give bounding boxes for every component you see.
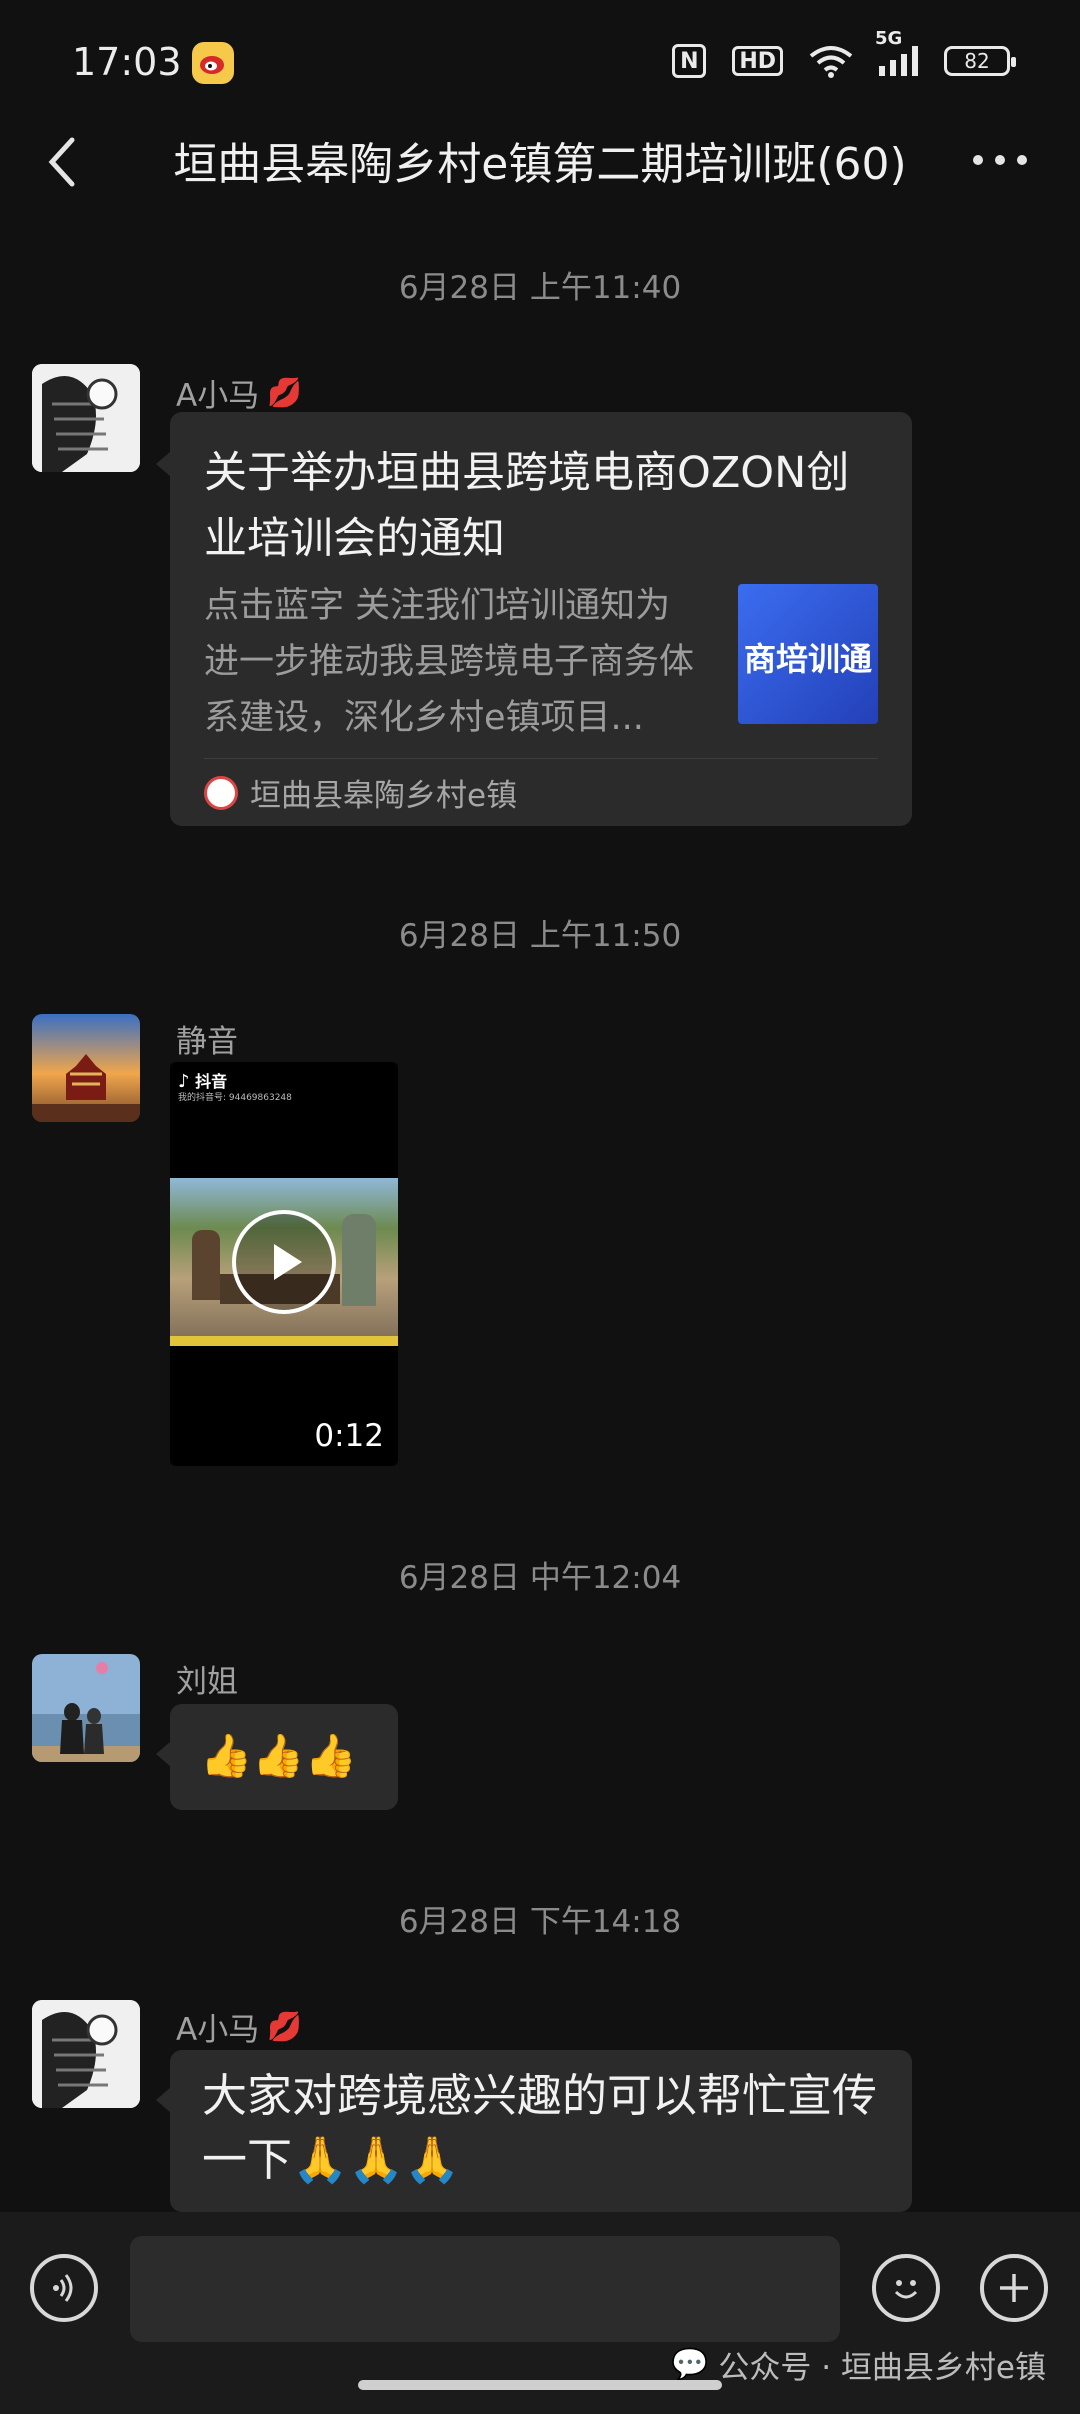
timestamp: 6月28日 上午11:40 [398, 270, 682, 306]
article-thumbnail: 商培训通 [738, 584, 878, 724]
wifi-icon [809, 46, 853, 78]
plus-icon [1000, 2274, 1028, 2302]
voice-icon [53, 2274, 73, 2302]
sender-name: A小马 💋 [176, 370, 302, 415]
douyin-label: ♪ 抖音 [178, 1068, 227, 1092]
message-bubble[interactable]: 大家对跨境感兴趣的可以帮忙宣传一下🙏🙏🙏 [170, 2050, 912, 2212]
more-functions-button[interactable] [980, 2254, 1048, 2322]
official-account-icon [204, 775, 238, 810]
watermark: 💬 公众号 · 垣曲县乡村e镇 [671, 2342, 1046, 2387]
weibo-notification-icon [192, 42, 234, 84]
douyin-icon: ♪ [178, 1071, 190, 1092]
article-source-label: 垣曲县皋陶乡村e镇 [250, 778, 518, 814]
bubble-tail [156, 2088, 170, 2112]
bubble-tail [156, 1742, 170, 1766]
avatar[interactable] [32, 2000, 140, 2108]
chat-title: 垣曲县皋陶乡村e镇第二期培训班(60) [173, 139, 907, 190]
status-icons: N HD 5G 82 [672, 28, 1016, 78]
avatar[interactable] [32, 364, 140, 472]
sender-label: A小马 [176, 2012, 260, 2048]
nfc-icon: N [672, 44, 707, 78]
divider [204, 758, 878, 759]
sender-label: 静音 [176, 1024, 238, 1060]
timestamp: 6月28日 中午12:04 [398, 1560, 682, 1596]
status-time: 17:03 [72, 40, 182, 84]
douyin-account: 我的抖音号: 94469863248 [178, 1093, 292, 1103]
play-button[interactable] [232, 1210, 336, 1314]
sender-name: 刘姐 [176, 1656, 238, 1701]
home-indicator[interactable] [358, 2380, 722, 2390]
bubble-tail [156, 452, 170, 476]
message-input[interactable] [130, 2236, 840, 2342]
smiley-icon [894, 2280, 918, 2299]
hd-icon: HD [732, 46, 783, 76]
sender-label: 刘姐 [176, 1664, 238, 1700]
sender-name: 静音 [176, 1016, 238, 1061]
emoji-button[interactable] [872, 2254, 940, 2322]
battery-icon: 82 [944, 46, 1016, 76]
video-message[interactable]: ♪ 抖音 我的抖音号: 94469863248 0:12 [170, 1062, 398, 1466]
play-icon [274, 1244, 302, 1280]
sender-label: A小马 [176, 378, 260, 414]
timestamp: 6月28日 下午14:18 [398, 1904, 682, 1940]
article-description: 点击蓝字 关注我们培训通知为进一步推动我县跨境电子商务体系建设，深化乡村e镇项目… [204, 586, 695, 738]
lips-emoji-icon: 💋 [267, 2010, 303, 2043]
avatar[interactable] [32, 1654, 140, 1762]
signal-icon: 5G [875, 28, 918, 76]
more-dots-icon [973, 155, 1027, 165]
network-type: 5G [875, 28, 903, 49]
wechat-icon: 💬 [671, 2347, 709, 2382]
article-card[interactable]: 关于举办垣曲县跨境电商OZON创业培训会的通知 点击蓝字 关注我们培训通知为进一… [170, 412, 912, 826]
watermark-text: 公众号 · 垣曲县乡村e镇 [718, 2350, 1046, 2386]
sender-name: A小马 💋 [176, 2004, 302, 2049]
avatar[interactable] [32, 1014, 140, 1122]
video-duration: 0:12 [314, 1418, 384, 1454]
message-bubble[interactable]: 👍👍👍 [170, 1704, 398, 1810]
article-title: 关于举办垣曲县跨境电商OZON创业培训会的通知 [204, 448, 850, 564]
lips-emoji-icon: 💋 [267, 376, 303, 409]
thumbnail-text: 商培训通 [743, 640, 872, 678]
battery-level: 82 [964, 49, 990, 73]
voice-input-button[interactable] [30, 2254, 98, 2322]
message-text: 👍👍👍 [200, 1731, 357, 1780]
douyin-platform-label: 抖音 [195, 1072, 228, 1091]
timestamp: 6月28日 上午11:50 [398, 918, 682, 954]
message-text: 大家对跨境感兴趣的可以帮忙宣传一下🙏🙏🙏 [202, 2069, 878, 2186]
more-options-button[interactable] [970, 140, 1030, 180]
article-source: 垣曲县皋陶乡村e镇 [204, 770, 517, 815]
